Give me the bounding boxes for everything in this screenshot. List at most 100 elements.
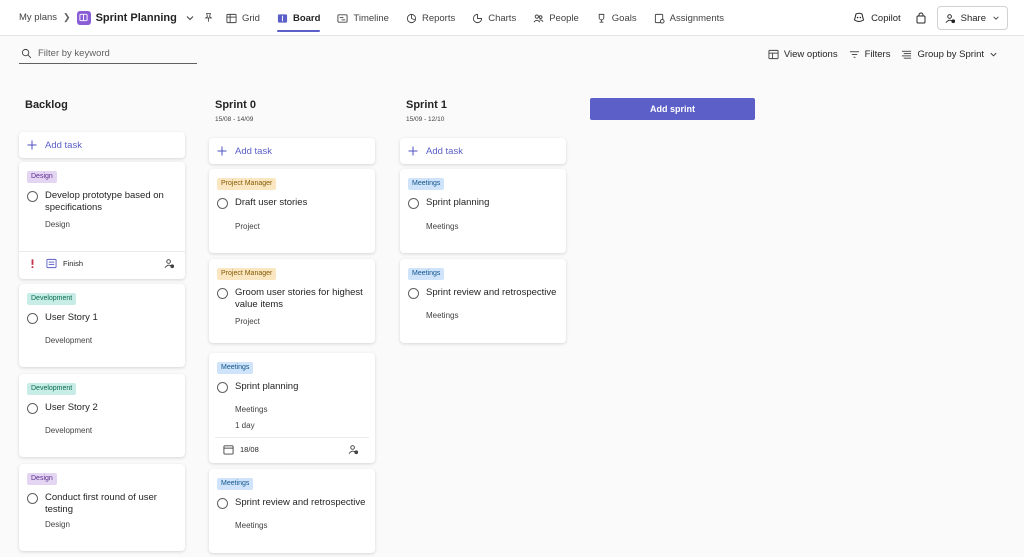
top-bar: My plans ❯ Sprint Planning Grid Board Ti… xyxy=(0,0,1024,36)
group-by-label: Group by Sprint xyxy=(917,48,984,60)
chevron-down-icon[interactable] xyxy=(185,13,195,23)
tab-people[interactable]: People xyxy=(533,0,579,36)
complete-checkbox[interactable] xyxy=(217,382,228,393)
view-options-label: View options xyxy=(783,48,838,60)
task-card[interactable]: Meetings Sprint review and retrospective… xyxy=(400,259,566,343)
plan-title[interactable]: Sprint Planning xyxy=(96,12,177,24)
search-icon xyxy=(21,48,32,59)
task-card[interactable]: Meetings Sprint review and retrospective… xyxy=(209,469,375,553)
complete-checkbox[interactable] xyxy=(408,288,419,299)
task-title[interactable]: Sprint planning xyxy=(426,197,489,209)
tab-reports-label: Reports xyxy=(421,12,456,24)
tab-assignments[interactable]: Assignments xyxy=(654,0,724,36)
task-row: Draft user stories xyxy=(217,197,367,209)
task-title[interactable]: Develop prototype based on specification… xyxy=(45,190,177,214)
tab-goals[interactable]: Goals xyxy=(596,0,637,36)
group-by-button[interactable]: Group by Sprint xyxy=(901,49,998,60)
filter-input[interactable] xyxy=(38,48,188,59)
plus-icon xyxy=(27,140,37,150)
task-title[interactable]: User Story 2 xyxy=(45,402,98,414)
add-sprint-button[interactable]: Add sprint xyxy=(590,98,755,120)
pin-icon[interactable] xyxy=(203,12,214,23)
complete-checkbox[interactable] xyxy=(27,191,38,202)
assign-person-icon[interactable] xyxy=(348,444,359,455)
chevron-down-icon xyxy=(990,52,997,57)
column-title: Backlog xyxy=(25,99,68,111)
add-task-button[interactable]: Add task xyxy=(209,138,375,164)
view-options-icon xyxy=(768,49,779,59)
task-card[interactable]: Meetings Sprint planning Meetings 1 day … xyxy=(209,353,375,463)
task-title[interactable]: Sprint planning xyxy=(235,381,298,393)
filter-box xyxy=(19,44,197,64)
task-card[interactable]: Meetings Sprint planning Meetings xyxy=(400,169,566,253)
task-bucket: Project xyxy=(235,222,260,231)
task-row: User Story 2 xyxy=(27,402,177,414)
filters-button[interactable]: Filters xyxy=(849,48,891,60)
task-bucket: Meetings xyxy=(426,222,459,231)
tab-grid[interactable]: Grid xyxy=(226,0,260,36)
top-right-actions: Copilot Share xyxy=(853,0,1008,36)
add-task-label: Add task xyxy=(235,145,272,157)
checklist-icon xyxy=(46,258,57,269)
tab-charts[interactable]: Charts xyxy=(472,0,516,36)
add-task-button[interactable]: Add task xyxy=(400,138,566,164)
task-title[interactable]: Draft user stories xyxy=(235,197,307,209)
task-card[interactable]: Project Manager Groom user stories for h… xyxy=(209,259,375,343)
task-card[interactable]: Project Manager Draft user stories Proje… xyxy=(209,169,375,253)
tab-charts-label: Charts xyxy=(488,12,517,24)
task-row: Sprint planning xyxy=(217,381,367,393)
assign-person-icon[interactable] xyxy=(164,258,175,269)
task-label: Development xyxy=(27,293,77,305)
complete-checkbox[interactable] xyxy=(27,313,38,324)
sprint-dates: 15/08 - 14/09 xyxy=(215,116,254,123)
task-row: Sprint review and retrospective xyxy=(408,287,558,299)
filter-icon xyxy=(849,50,859,58)
filters-label: Filters xyxy=(864,48,891,60)
task-card[interactable]: Design Develop prototype based on specif… xyxy=(19,162,185,279)
task-bucket: Meetings xyxy=(235,405,268,414)
task-bucket: Design xyxy=(45,220,70,229)
card-footer: Finish xyxy=(19,251,185,275)
complete-checkbox[interactable] xyxy=(408,198,419,209)
task-title[interactable]: Conduct first round of user testing xyxy=(45,492,177,516)
tab-reports[interactable]: Reports xyxy=(406,0,455,36)
task-bucket: Meetings xyxy=(426,311,459,320)
task-label: Meetings xyxy=(408,268,445,280)
add-task-button[interactable]: Add task xyxy=(19,132,185,158)
plus-icon xyxy=(217,146,227,156)
complete-checkbox[interactable] xyxy=(217,198,228,209)
view-options-button[interactable]: View options xyxy=(768,49,838,60)
share-person-icon xyxy=(945,13,955,23)
task-card[interactable]: Development User Story 1 Development xyxy=(19,284,185,367)
task-bucket: Development xyxy=(45,426,93,435)
breadcrumb-my-plans[interactable]: My plans xyxy=(19,12,57,23)
task-card[interactable]: Design Conduct first round of user testi… xyxy=(19,464,185,551)
column-backlog: Backlog Add task Design Develop prototyp… xyxy=(19,96,185,551)
copilot-label: Copilot xyxy=(871,12,901,24)
complete-checkbox[interactable] xyxy=(27,493,38,504)
tab-board[interactable]: Board xyxy=(276,0,321,36)
complete-checkbox[interactable] xyxy=(27,403,38,414)
charts-icon xyxy=(473,13,483,23)
task-title[interactable]: User Story 1 xyxy=(45,312,98,324)
column-title: Sprint 0 xyxy=(215,99,256,111)
board-toolbar: View options Filters Group by Sprint xyxy=(757,44,998,64)
task-title[interactable]: Groom user stories for highest value ite… xyxy=(235,287,367,311)
task-card[interactable]: Development User Story 2 Development xyxy=(19,374,185,457)
tab-goals-label: Goals xyxy=(611,12,637,24)
complete-checkbox[interactable] xyxy=(217,498,228,509)
shopping-bag-icon[interactable] xyxy=(915,12,927,24)
task-bucket: Development xyxy=(45,336,93,345)
task-title[interactable]: Sprint review and retrospective xyxy=(235,497,365,509)
exclamation-icon xyxy=(31,259,34,269)
task-label: Meetings xyxy=(408,178,445,190)
tab-timeline[interactable]: Timeline xyxy=(337,0,389,36)
tab-grid-label: Grid xyxy=(242,12,260,24)
task-title[interactable]: Sprint review and retrospective xyxy=(426,287,556,299)
people-icon xyxy=(533,14,544,22)
copilot-button[interactable]: Copilot xyxy=(853,12,901,24)
breadcrumb: My plans ❯ Sprint Planning xyxy=(19,10,214,25)
complete-checkbox[interactable] xyxy=(217,288,228,299)
calendar-icon xyxy=(223,445,234,455)
share-button[interactable]: Share xyxy=(936,6,1008,30)
